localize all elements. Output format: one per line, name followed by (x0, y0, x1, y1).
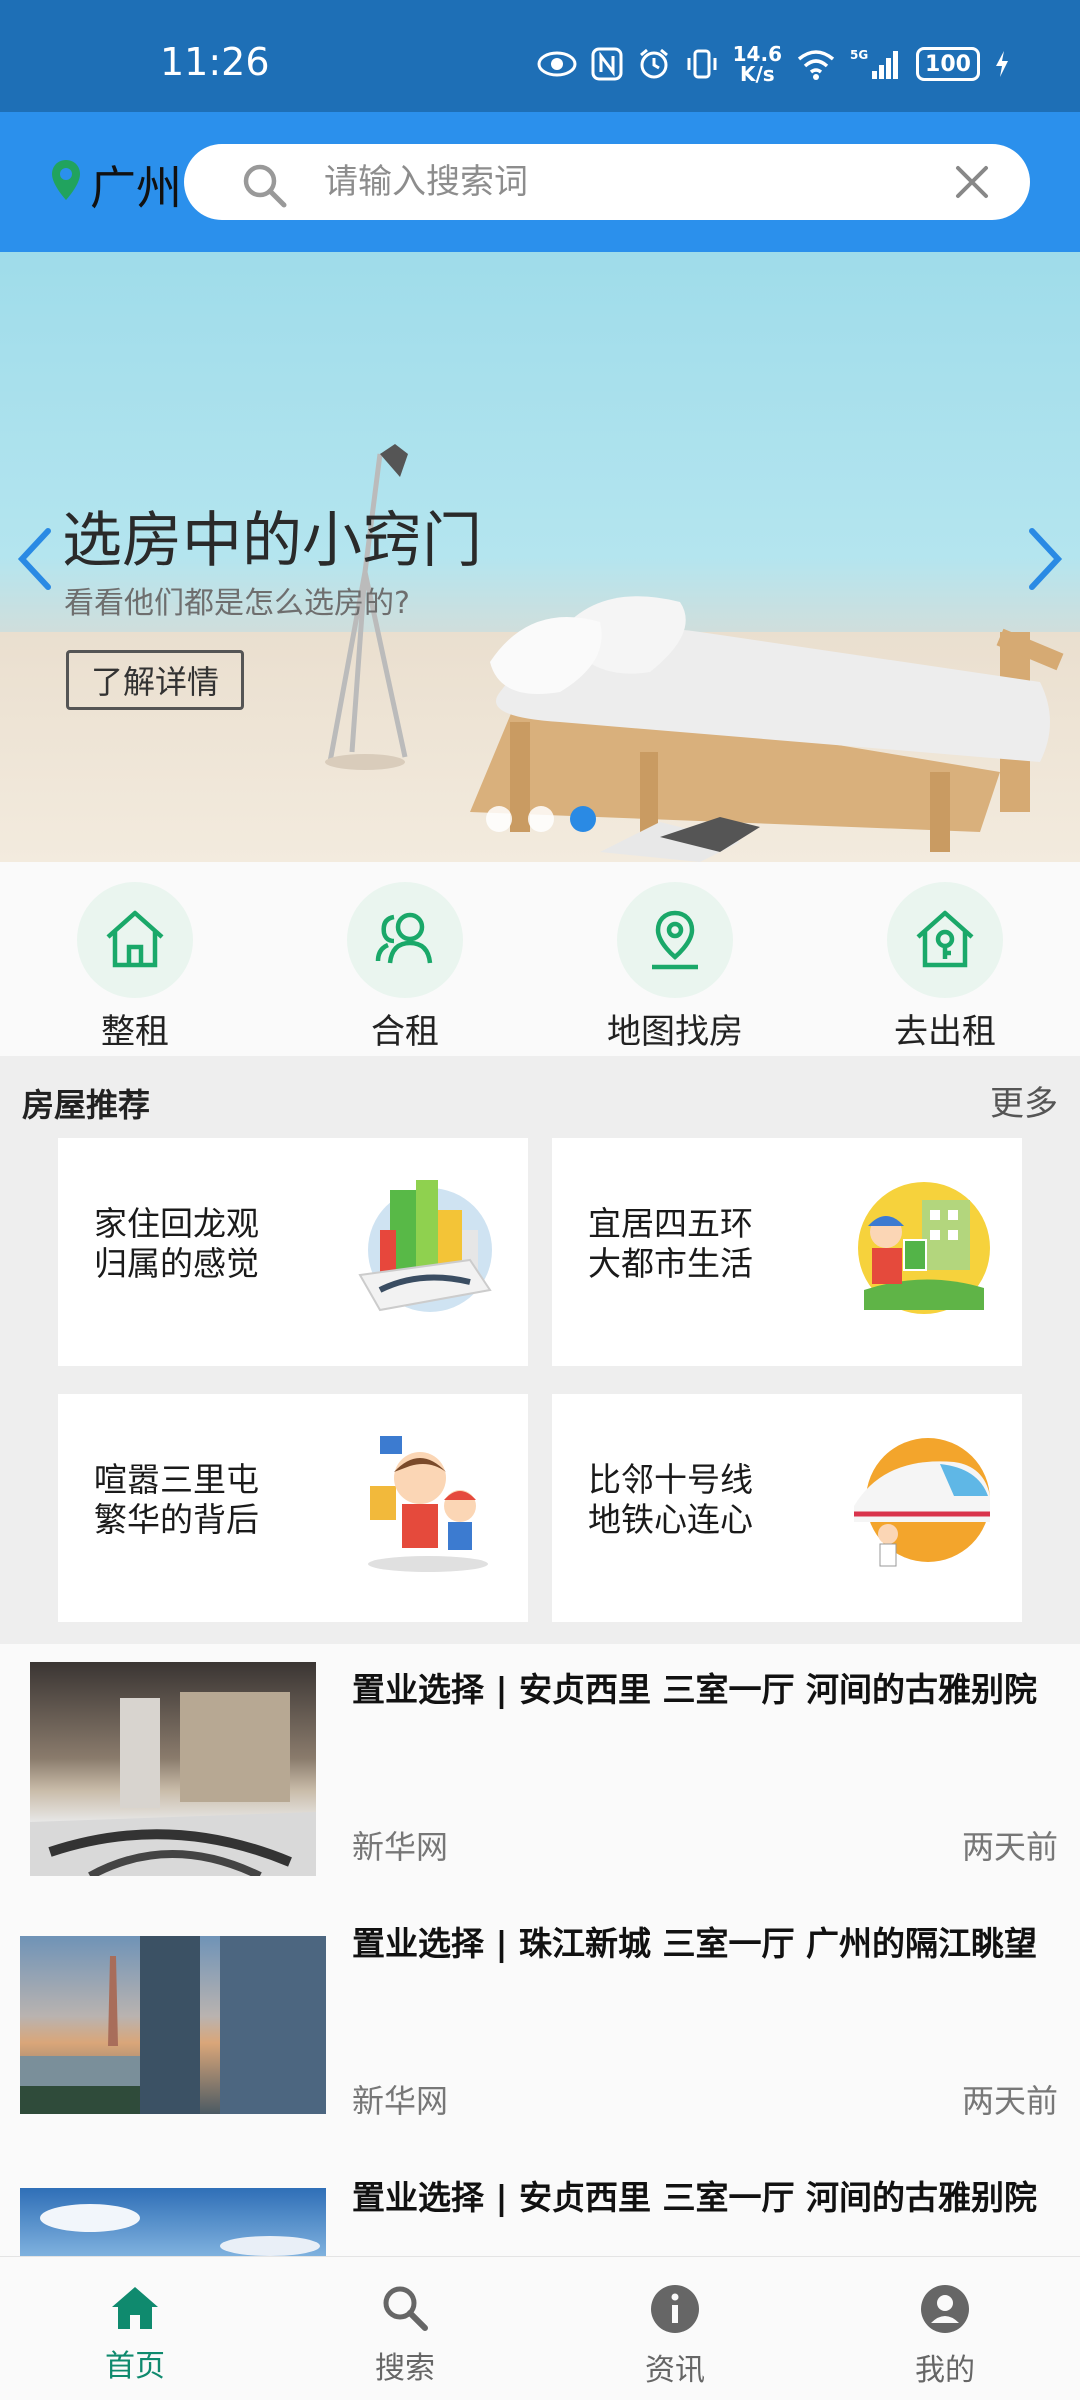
clear-icon[interactable] (954, 164, 990, 204)
city-buildings-illustration (358, 1180, 492, 1312)
recommend-card[interactable]: 宜居四五环 大都市生活 (552, 1138, 1022, 1366)
rent-sign-illustration (858, 1182, 990, 1314)
tab-profile[interactable]: 我的 (810, 2257, 1080, 2400)
info-icon (649, 2283, 701, 2339)
news-title: 置业选择 | 珠江新城 三室一厅 广州的隔江眺望 (352, 1924, 1038, 1963)
recommend-card-text: 宜居四五环 大都市生活 (588, 1204, 828, 1284)
recommend-card-text: 家住回龙观 归属的感觉 (94, 1204, 334, 1284)
news-time: 两天前 (961, 2082, 1058, 2120)
svg-text:5G: 5G (850, 48, 868, 62)
news-time: 两天前 (961, 1828, 1058, 1866)
tab-news[interactable]: 资讯 (540, 2257, 810, 2400)
tab-label: 我的 (915, 2353, 975, 2388)
net-speed-value: 14.6 (732, 42, 782, 66)
news-source: 新华网 (352, 1828, 449, 1866)
status-bar: 11:26 14.6 K/s 5G 100 (0, 0, 1080, 112)
more-link[interactable]: 更多 (990, 1076, 1058, 1125)
recommend-card-line1: 喧嚣三里屯 (94, 1460, 259, 1499)
banner-title: 选房中的小窍门 (62, 506, 482, 576)
house-key-icon (887, 882, 1003, 998)
chevron-right-icon[interactable] (1026, 527, 1066, 595)
battery-icon: 100 (916, 47, 980, 81)
quick-nav-label: 整租 (101, 1012, 169, 1052)
news-item[interactable]: 置业选择 | 安贞西里 三室一厅 河间的古雅别院 新华网 两天前 (0, 1644, 1080, 1898)
people-icon (347, 882, 463, 998)
status-time: 11:26 (160, 40, 270, 84)
tab-label: 资讯 (645, 2353, 705, 2388)
subway-train-illustration (854, 1438, 990, 1567)
carousel-dot-active[interactable] (570, 806, 596, 832)
news-thumbnail (20, 2188, 326, 2256)
quick-nav-label: 地图找房 (607, 1012, 743, 1052)
city-name: 广州 (90, 161, 182, 215)
vibrate-icon (685, 47, 719, 81)
net-speed-unit: K/s (739, 62, 775, 86)
quick-nav: 整租 合租 地图找房 去出租 (0, 862, 1080, 1056)
learn-more-button[interactable]: 了解详情 (66, 650, 244, 710)
profile-icon (919, 2283, 971, 2339)
city-skyline-photo (20, 1936, 326, 2114)
recommend-card-line2: 繁华的背后 (94, 1500, 259, 1539)
tab-label: 搜索 (375, 2351, 435, 2386)
news-thumbnail (20, 1936, 326, 2114)
recommend-card-line1: 宜居四五环 (588, 1204, 753, 1243)
quick-nav-shared-rent[interactable]: 合租 (270, 862, 540, 1056)
nfc-icon (591, 47, 623, 81)
sky-photo (40, 2204, 320, 2256)
chevron-left-icon[interactable] (14, 527, 54, 595)
search-input[interactable] (324, 144, 884, 220)
news-title: 置业选择 | 安贞西里 三室一厅 河间的古雅别院 (352, 2178, 1038, 2217)
recommend-card-text: 喧嚣三里屯 繁华的背后 (94, 1460, 334, 1540)
net-speed: 14.6 K/s (733, 44, 782, 84)
recommend-card-line2: 地铁心连心 (588, 1500, 753, 1539)
quick-nav-map-search[interactable]: 地图找房 (540, 862, 810, 1056)
tab-home[interactable]: 首页 (0, 2257, 270, 2400)
villa-interior-photo (30, 1692, 316, 1876)
recommend-card-line2: 归属的感觉 (94, 1244, 259, 1283)
location-pin-icon (50, 158, 82, 213)
banner-carousel[interactable]: 选房中的小窍门 看看他们都是怎么选房的? 了解详情 (0, 252, 1080, 862)
recommend-section: 房屋推荐 更多 家住回龙观 归属的感觉 宜居四五环 大都市生活 喧嚣三里屯 繁华… (0, 1056, 1080, 1644)
news-title: 置业选择 | 安贞西里 三室一厅 河间的古雅别院 (352, 1670, 1038, 1709)
bottom-tab-bar: 首页 搜索 资讯 我的 (0, 2256, 1080, 2400)
search-icon (240, 161, 288, 213)
tab-label: 首页 (105, 2349, 165, 2384)
recommend-card[interactable]: 家住回龙观 归属的感觉 (58, 1138, 528, 1366)
recommend-card-line2: 大都市生活 (588, 1244, 753, 1283)
tab-search[interactable]: 搜索 (270, 2257, 540, 2400)
map-pin-icon (617, 882, 733, 998)
banner-subtitle: 看看他们都是怎么选房的? (64, 586, 410, 621)
recommend-title: 房屋推荐 (22, 1086, 151, 1124)
city-selector[interactable]: 广州 (50, 152, 182, 218)
news-item[interactable]: 置业选择 | 珠江新城 三室一厅 广州的隔江眺望 新华网 两天前 (0, 1898, 1080, 2152)
eye-icon (537, 49, 577, 79)
quick-nav-label: 合租 (371, 1012, 439, 1052)
carousel-dot[interactable] (486, 806, 512, 832)
search-box[interactable] (184, 144, 1030, 220)
charging-icon (994, 49, 1010, 79)
5g-signal-icon: 5G (850, 47, 902, 81)
quick-nav-list-rental[interactable]: 去出租 (810, 862, 1080, 1056)
news-thumbnail (30, 1662, 316, 1876)
carousel-dot[interactable] (528, 806, 554, 832)
quick-nav-whole-rent[interactable]: 整租 (0, 862, 270, 1056)
search-icon (380, 2283, 430, 2337)
status-icons: 14.6 K/s 5G 100 (537, 44, 1010, 84)
news-source: 新华网 (352, 2082, 449, 2120)
search-header: 广州 (0, 112, 1080, 252)
wifi-icon (796, 48, 836, 80)
recommend-card[interactable]: 喧嚣三里屯 繁华的背后 (58, 1394, 528, 1622)
carousel-dots (486, 806, 596, 832)
house-icon (77, 882, 193, 998)
quick-nav-label: 去出租 (894, 1012, 996, 1052)
recommend-card-text: 比邻十号线 地铁心连心 (588, 1460, 828, 1540)
recommend-card-line1: 家住回龙观 (94, 1204, 259, 1243)
recommend-card[interactable]: 比邻十号线 地铁心连心 (552, 1394, 1022, 1622)
alarm-icon (637, 47, 671, 81)
home-icon (108, 2283, 162, 2335)
family-illustration (368, 1436, 488, 1572)
recommend-card-line1: 比邻十号线 (588, 1460, 753, 1499)
